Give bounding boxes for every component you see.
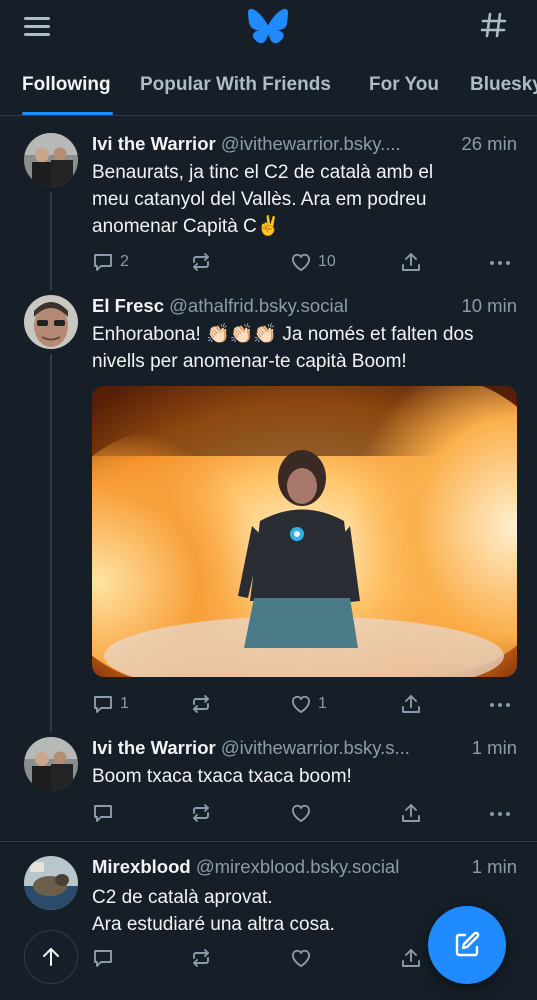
- heart-icon: [292, 949, 310, 967]
- share-button[interactable]: [400, 944, 422, 972]
- scroll-to-top-button[interactable]: [24, 930, 78, 984]
- post-header: Mirexblood @mirexblood.bsky.social 1 min: [92, 856, 517, 880]
- compose-post-button[interactable]: [428, 906, 506, 984]
- author-name[interactable]: Mirexblood: [92, 856, 191, 877]
- feed-post[interactable]: Mirexblood @mirexblood.bsky.social 1 min…: [0, 0, 537, 1000]
- repost-arrows-icon: [193, 949, 209, 967]
- post-text-line: C2 de català aprovat.: [92, 887, 273, 908]
- repost-button[interactable]: [190, 944, 212, 972]
- post-time: 1 min: [465, 856, 517, 878]
- reply-bubble-icon: [94, 950, 112, 967]
- compose-pencil-icon: [455, 931, 480, 957]
- app-root: Following Popular With Friends For You B…: [0, 0, 537, 1000]
- like-button[interactable]: [290, 944, 312, 972]
- share-upload-icon: [402, 949, 420, 967]
- author-handle[interactable]: @mirexblood.bsky.social: [196, 856, 400, 877]
- arrow-up-icon: [43, 948, 59, 966]
- avatar[interactable]: [24, 856, 78, 910]
- reply-button[interactable]: [92, 944, 114, 972]
